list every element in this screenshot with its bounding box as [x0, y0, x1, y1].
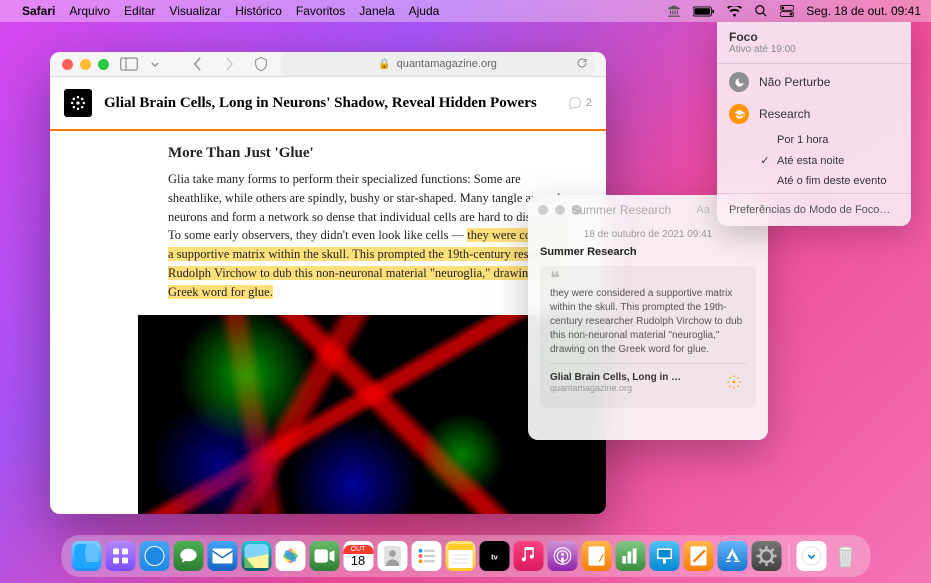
forward-button[interactable]	[217, 54, 241, 74]
menu-ajuda[interactable]: Ajuda	[409, 4, 440, 18]
control-center-icon[interactable]	[780, 5, 794, 17]
quote-block: ❝ they were considered a supportive matr…	[540, 266, 756, 408]
article-header: Glial Brain Cells, Long in Neurons' Shad…	[50, 77, 606, 131]
trash-icon[interactable]	[830, 541, 860, 571]
mail-icon[interactable]	[207, 541, 237, 571]
launchpad-icon[interactable]	[105, 541, 135, 571]
menu-historico[interactable]: Histórico	[235, 4, 282, 18]
notes-body[interactable]: 18 de outubro de 2021 09:41 Summer Resea…	[528, 225, 768, 412]
focus-mode-research[interactable]: Research	[717, 98, 911, 130]
close-icon[interactable]	[538, 205, 548, 215]
quote-mark-icon: ❝	[550, 274, 746, 283]
podcasts-icon[interactable]	[547, 541, 577, 571]
link-favicon	[722, 370, 746, 394]
menubar: Safari Arquivo Editar Visualizar Históri…	[0, 0, 931, 22]
article-title: Glial Brain Cells, Long in Neurons' Shad…	[104, 95, 556, 112]
maximize-icon[interactable]	[98, 59, 109, 70]
dock: OUT 18 tv	[61, 535, 870, 577]
battery-icon[interactable]	[693, 6, 715, 17]
freeform-icon[interactable]	[683, 541, 713, 571]
font-icon[interactable]: Aa	[696, 204, 709, 216]
pages-icon[interactable]	[581, 541, 611, 571]
numbers-icon[interactable]	[615, 541, 645, 571]
notes-window-title: Summer Research	[560, 203, 682, 217]
chevron-down-icon[interactable]	[149, 54, 161, 74]
link-title: Glial Brain Cells, Long in …	[550, 372, 722, 383]
focus-mode-label: Research	[759, 107, 810, 121]
notes-window: Summer Research Aa » 18 de outubro de 20…	[528, 195, 768, 440]
sidebar-toggle-icon[interactable]	[117, 54, 141, 74]
app-name[interactable]: Safari	[22, 4, 55, 18]
article-body: More Than Just 'Glue' Glia take many for…	[50, 131, 606, 514]
reminders-icon[interactable]	[411, 541, 441, 571]
tv-icon[interactable]: tv	[479, 541, 509, 571]
link-url: quantamagazine.org	[550, 383, 722, 393]
calendar-icon[interactable]: OUT 18	[343, 541, 373, 571]
graduation-icon	[729, 104, 749, 124]
spotlight-icon[interactable]	[754, 4, 768, 18]
note-heading: Summer Research	[540, 246, 756, 258]
note-date: 18 de outubro de 2021 09:41	[540, 229, 756, 240]
close-icon[interactable]	[62, 59, 73, 70]
wifi-icon[interactable]	[727, 6, 742, 17]
contacts-icon[interactable]	[377, 541, 407, 571]
url-text: quantamagazine.org	[397, 58, 497, 70]
privacy-report-icon[interactable]	[249, 54, 273, 74]
photos-icon[interactable]	[275, 541, 305, 571]
dock-separator	[788, 543, 789, 571]
checkmark-icon: ✓	[759, 154, 771, 167]
menu-favoritos[interactable]: Favoritos	[296, 4, 345, 18]
music-icon[interactable]	[513, 541, 543, 571]
menubar-datetime[interactable]: Seg. 18 de out. 09:41	[806, 4, 921, 18]
focus-status-icon[interactable]	[667, 4, 681, 18]
menu-editar[interactable]: Editar	[124, 4, 155, 18]
safari-dock-icon[interactable]	[139, 541, 169, 571]
downloads-icon[interactable]	[796, 541, 826, 571]
system-preferences-icon[interactable]	[751, 541, 781, 571]
focus-subtitle: Ativo até 19:00	[729, 44, 899, 55]
facetime-icon[interactable]	[309, 541, 339, 571]
link-card[interactable]: Glial Brain Cells, Long in … quantamagaz…	[550, 363, 746, 400]
reload-icon[interactable]	[576, 57, 588, 72]
window-controls[interactable]	[62, 59, 109, 70]
lock-icon: 🔒	[378, 59, 390, 70]
minimize-icon[interactable]	[80, 59, 91, 70]
article-paragraph: Glia take many forms to perform their sp…	[168, 170, 576, 301]
address-bar[interactable]: 🔒 quantamagazine.org	[281, 52, 594, 76]
quote-text: they were considered a supportive matrix…	[550, 287, 746, 357]
safari-window: 🔒 quantamagazine.org Glial Brain Cells, …	[50, 52, 606, 514]
safari-toolbar: 🔒 quantamagazine.org	[50, 52, 606, 77]
focus-duration-1h[interactable]: Por 1 hora	[717, 130, 911, 150]
site-logo	[64, 89, 92, 117]
notes-dock-icon[interactable]	[445, 541, 475, 571]
focus-mode-label: Não Perturbe	[759, 75, 830, 89]
menu-arquivo[interactable]: Arquivo	[69, 4, 110, 18]
focus-header: Foco Ativo até 19:00	[717, 22, 911, 61]
focus-duration-event[interactable]: Até o fim deste evento	[717, 171, 911, 191]
comment-count[interactable]: 2	[568, 97, 592, 109]
svg-text:tv: tv	[491, 552, 498, 561]
menu-visualizar[interactable]: Visualizar	[169, 4, 221, 18]
focus-duration-tonight[interactable]: ✓Até esta noite	[717, 150, 911, 171]
focus-preferences-link[interactable]: Preferências do Modo de Foco…	[717, 196, 911, 220]
app-store-icon[interactable]	[717, 541, 747, 571]
section-heading: More Than Just 'Glue'	[168, 145, 576, 162]
focus-mode-dnd[interactable]: Não Perturbe	[717, 66, 911, 98]
keynote-icon[interactable]	[649, 541, 679, 571]
back-button[interactable]	[185, 54, 209, 74]
focus-panel: Foco Ativo até 19:00 Não Perturbe Resear…	[717, 22, 911, 226]
messages-icon[interactable]	[173, 541, 203, 571]
finder-icon[interactable]	[71, 541, 101, 571]
maps-icon[interactable]	[241, 541, 271, 571]
comment-icon	[568, 97, 582, 109]
moon-icon	[729, 72, 749, 92]
menu-janela[interactable]: Janela	[359, 4, 394, 18]
focus-title: Foco	[729, 30, 899, 44]
